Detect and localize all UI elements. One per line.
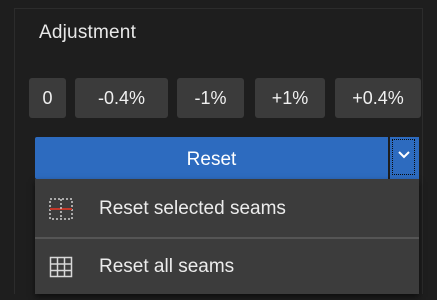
menu-item-reset-selected-seams[interactable]: Reset selected seams [35,183,419,235]
step-zero-button[interactable]: 0 [29,78,66,118]
reset-button[interactable]: Reset [35,137,388,179]
panel-title: Adjustment [39,22,137,43]
reset-dropdown-menu: Reset selected seams Reset all seams [35,179,419,294]
adjustment-panel-root: Adjustment 0 -0.4% -1% +1% +0.4% Reset R… [0,0,437,300]
menu-item-label: Reset all seams [99,256,235,277]
reset-dropdown-button[interactable] [390,137,419,179]
selected-seams-icon [49,198,73,220]
reset-split-button: Reset [35,137,419,179]
chevron-down-icon [398,151,410,159]
all-seams-grid-icon [49,256,73,278]
menu-item-label: Reset selected seams [99,198,286,219]
menu-separator [35,237,419,239]
step-plus-1-button[interactable]: +1% [255,78,325,118]
step-minus-1-button[interactable]: -1% [177,78,244,118]
step-plus-0-4-button[interactable]: +0.4% [335,78,421,118]
menu-item-reset-all-seams[interactable]: Reset all seams [35,241,419,293]
step-minus-0-4-button[interactable]: -0.4% [75,78,168,118]
